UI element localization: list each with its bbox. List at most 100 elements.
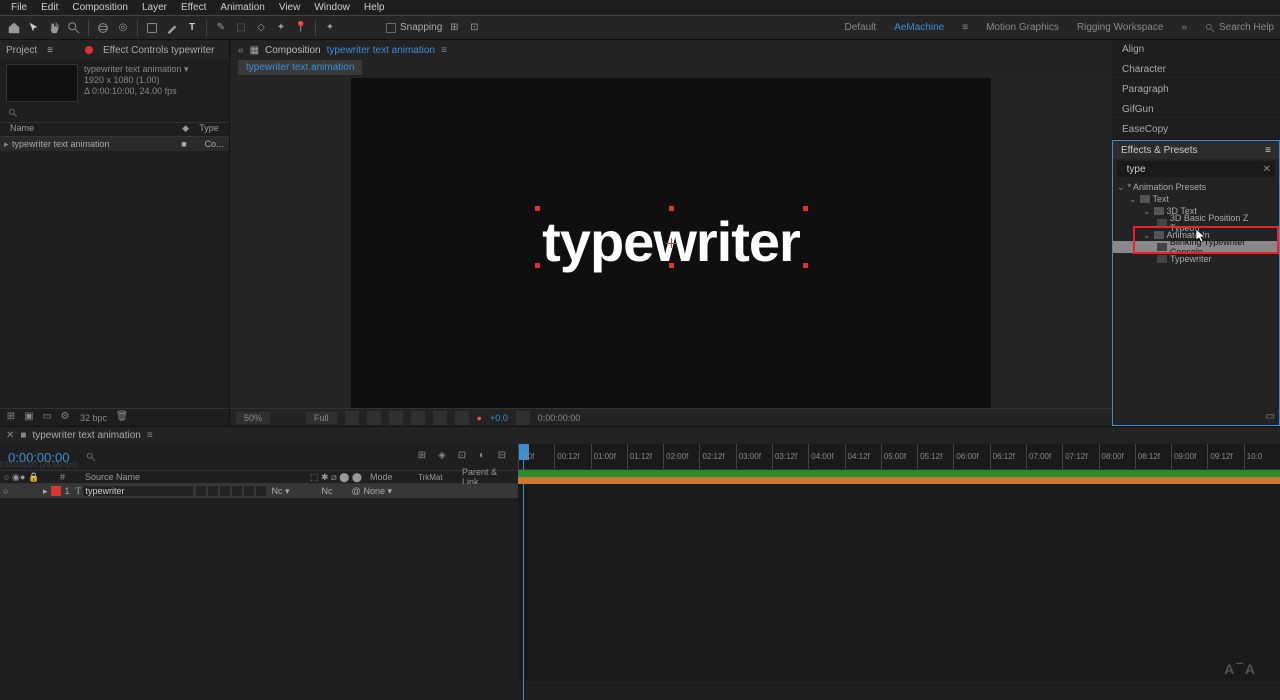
panel-gifgun[interactable]: GifGun — [1112, 100, 1280, 120]
disclosure-icon[interactable]: ▸ — [0, 139, 12, 150]
workspace-motion[interactable]: Motion Graphics — [986, 22, 1059, 33]
selection-tool-icon[interactable] — [26, 20, 42, 36]
comp-back-icon[interactable]: « — [238, 45, 244, 56]
preset-text-folder[interactable]: ⌄Text — [1113, 193, 1279, 205]
mask-icon[interactable] — [367, 411, 381, 425]
panel-paragraph[interactable]: Paragraph — [1112, 80, 1280, 100]
comp-layout-icon[interactable]: ▦ — [250, 45, 259, 56]
hand-tool-icon[interactable] — [46, 20, 62, 36]
clear-search-icon[interactable]: ✕ — [1263, 164, 1271, 175]
bpc-toggle[interactable]: 32 bpc — [76, 413, 111, 423]
workspace-aemachine[interactable]: AeMachine — [894, 22, 944, 33]
flowchart-crumb[interactable]: typewriter text animation — [238, 60, 362, 75]
viewer[interactable]: typewriter — [230, 77, 1112, 408]
menu-help[interactable]: Help — [357, 0, 392, 15]
snap-opt2-icon[interactable]: ⊡ — [466, 20, 482, 36]
layer-switches[interactable] — [193, 486, 269, 496]
settings-icon[interactable]: ⚙ — [58, 411, 72, 425]
layer-eye-icon[interactable]: ○ — [0, 486, 10, 496]
timeline-tab-menu-icon[interactable]: ≡ — [147, 430, 153, 441]
brush-tool-icon[interactable]: ✎ — [213, 20, 229, 36]
exposure-reset-icon[interactable]: ● — [477, 413, 482, 423]
new-bin-icon[interactable]: ▭ — [1266, 411, 1275, 422]
snapping-checkbox[interactable] — [386, 23, 396, 33]
orbit-tool-icon[interactable] — [95, 20, 111, 36]
timeline-tab[interactable]: typewriter text animation — [32, 430, 140, 441]
parent-pick-icon[interactable]: @ — [349, 486, 361, 496]
menu-view[interactable]: View — [272, 0, 308, 15]
search-help[interactable]: Search Help — [1205, 22, 1274, 33]
label-color[interactable]: ■ — [169, 139, 199, 149]
type-tool-icon[interactable]: T — [184, 20, 200, 36]
col-name[interactable]: Name — [0, 123, 160, 136]
effects-presets-menu-icon[interactable]: ≡ — [1265, 145, 1271, 156]
menu-file[interactable]: File — [4, 0, 34, 15]
menu-window[interactable]: Window — [307, 0, 357, 15]
col-lock-icon[interactable]: 🔒 — [24, 472, 32, 483]
handle-tc[interactable] — [669, 206, 674, 211]
col-audio-icon[interactable]: ◉ — [8, 472, 16, 483]
comp-name-link[interactable]: typewriter text animation — [327, 45, 435, 56]
timeline-layer[interactable]: ○ ▸ 1 T typewriter Nc ▾ Nc @ None ▾ — [0, 484, 518, 498]
panel-align[interactable]: Align — [1112, 40, 1280, 60]
layer-track[interactable] — [518, 470, 1280, 484]
handle-bc[interactable] — [669, 263, 674, 268]
col-solo-icon[interactable]: ● — [16, 472, 24, 482]
workspace-default[interactable]: Default — [845, 22, 877, 33]
roto-tool-icon[interactable]: ✦ — [273, 20, 289, 36]
timeline-search-icon[interactable] — [86, 452, 96, 462]
col-type[interactable]: Type — [189, 123, 229, 136]
exposure-value[interactable]: +0.0 — [490, 413, 508, 423]
transparency-icon[interactable] — [455, 411, 469, 425]
workspace-menu-icon[interactable]: ≡ — [962, 22, 968, 33]
workspace-rigging[interactable]: Rigging Workspace — [1077, 22, 1164, 33]
handle-tl[interactable] — [535, 206, 540, 211]
layer-parent[interactable]: None ▾ — [361, 486, 401, 497]
timeline-close-icon[interactable]: ✕ — [6, 430, 14, 441]
handle-tr[interactable] — [803, 206, 808, 211]
project-tab-menu-icon[interactable]: ≡ — [47, 45, 53, 56]
search-icon[interactable] — [8, 108, 18, 118]
new-folder-icon[interactable]: ▭ — [40, 411, 54, 425]
preset-blinking-typewriter[interactable]: Blinking Typewriter Console — [1113, 241, 1279, 253]
workspace-overflow-icon[interactable]: » — [1181, 22, 1187, 33]
tl-opt2-icon[interactable]: ◈ — [434, 450, 450, 464]
comp-tab-menu-icon[interactable]: ≡ — [441, 45, 447, 56]
menu-effect[interactable]: Effect — [174, 0, 213, 15]
home-icon[interactable] — [6, 20, 22, 36]
snapshot-icon[interactable] — [516, 411, 530, 425]
menu-edit[interactable]: Edit — [34, 0, 65, 15]
pan-behind-tool-icon[interactable]: ◎ — [115, 20, 131, 36]
tl-opt5-icon[interactable]: ⊟ — [494, 450, 510, 464]
snap-opt1-icon[interactable]: ⊞ — [446, 20, 462, 36]
handle-br[interactable] — [803, 263, 808, 268]
layer-twirl-icon[interactable]: ▸ — [40, 486, 51, 497]
handle-bl[interactable] — [535, 263, 540, 268]
menu-composition[interactable]: Composition — [65, 0, 135, 15]
layer-mode[interactable]: Nc ▾ — [269, 486, 319, 497]
region-icon[interactable] — [433, 411, 447, 425]
panel-character[interactable]: Character — [1112, 60, 1280, 80]
zoom-dropdown[interactable]: 50% — [236, 412, 270, 424]
anchor-point-icon[interactable] — [666, 238, 676, 248]
project-tab[interactable]: Project — [6, 45, 37, 56]
col-label-icon[interactable]: ◆ — [182, 123, 189, 136]
timecode-icon[interactable] — [389, 411, 403, 425]
project-item[interactable]: ▸ typewriter text animation ■ Co... — [0, 137, 229, 151]
puppet-tool-icon[interactable]: 📍 — [293, 20, 309, 36]
effect-controls-tab[interactable]: Effect Controls typewriter — [103, 45, 215, 56]
new-comp-icon[interactable]: ▣ — [22, 411, 36, 425]
layer-name[interactable]: typewriter — [83, 486, 193, 496]
trash-icon[interactable]: 🗑 — [115, 411, 129, 425]
menu-animation[interactable]: Animation — [213, 0, 271, 15]
effects-search[interactable]: ✕ — [1117, 161, 1275, 177]
quality-dropdown[interactable]: Full — [306, 412, 337, 424]
preset-3d-item[interactable]: 3D Basic Position Z Typeon — [1113, 217, 1279, 229]
timeline-lock-icon[interactable]: ■ — [20, 430, 26, 441]
zoom-tool-icon[interactable] — [66, 20, 82, 36]
extra-tool-icon[interactable]: ✦ — [322, 20, 338, 36]
preset-root[interactable]: ⌄* Animation Presets — [1113, 181, 1279, 193]
tl-opt1-icon[interactable]: ⊞ — [414, 450, 430, 464]
track-layer-bar[interactable] — [518, 477, 1280, 484]
col-eye-icon[interactable]: ○ — [0, 472, 8, 482]
